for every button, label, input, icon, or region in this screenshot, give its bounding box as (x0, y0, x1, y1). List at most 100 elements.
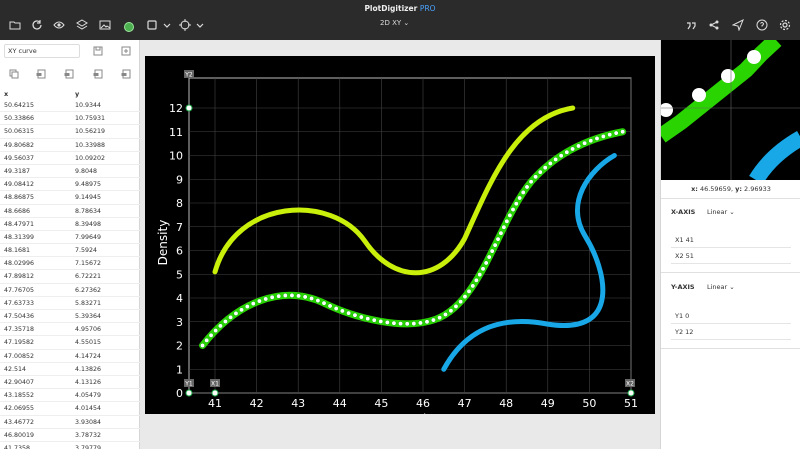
y2-field[interactable]: Y2 12 (671, 322, 791, 340)
curve-name-input[interactable]: XY curve (4, 44, 80, 58)
table-row[interactable]: 50.06315 10.56219 (0, 125, 140, 139)
table-row[interactable]: 43.46772 3.93084 (0, 416, 140, 429)
save-icon[interactable] (92, 45, 104, 57)
table-row[interactable]: 49.3187 9.8048 (0, 165, 140, 179)
data-point (378, 318, 384, 324)
copy-icon[interactable] (8, 68, 20, 80)
data-point (239, 307, 244, 313)
cell-y: 7.15672 (75, 260, 102, 268)
add-curve-icon[interactable] (120, 45, 132, 57)
cell-x: 46.80019 (4, 431, 35, 439)
data-point (492, 242, 498, 248)
data-point (321, 300, 327, 306)
yellow-curve (212, 105, 576, 276)
table-row[interactable]: 48.02996 7.15672 (0, 257, 140, 271)
table-row[interactable]: 49.80682 10.33988 (0, 139, 140, 152)
y-axis-scale-select[interactable]: Linear ⌄ (707, 283, 735, 291)
x2-field[interactable]: X2 51 (671, 246, 791, 264)
table-row[interactable]: 50.64215 10.9344 (0, 99, 140, 113)
table-row[interactable]: 49.08412 9.48975 (0, 178, 140, 192)
plot-svg[interactable]: 41424344454647484950510123456789101112Nu… (145, 56, 655, 414)
crosshair-icon[interactable] (178, 18, 192, 32)
table-row[interactable]: 42.90407 4.13126 (0, 376, 140, 390)
table-row[interactable]: 48.31399 7.99649 (0, 231, 140, 245)
data-point (244, 304, 250, 309)
table-row[interactable]: 48.6686 8.78634 (0, 205, 140, 218)
table-row[interactable]: 47.19582 4.55015 (0, 336, 140, 350)
data-point (517, 195, 523, 201)
table-row[interactable]: 47.35718 4.95706 (0, 323, 140, 337)
table-row[interactable]: 42.514 4.13826 (0, 363, 140, 376)
share-icon[interactable] (707, 18, 721, 32)
cell-y: 5.83271 (75, 299, 102, 307)
chevron-down-icon[interactable] (193, 18, 204, 32)
chevron-down-icon[interactable] (160, 18, 171, 32)
export-xlsx-icon[interactable] (63, 68, 75, 80)
y-tick-label: 0 (176, 387, 183, 400)
data-point (458, 299, 464, 305)
data-point (537, 169, 543, 175)
folder-icon[interactable] (8, 18, 22, 32)
calibration-point (211, 389, 219, 397)
table-row[interactable]: 47.63733 5.83271 (0, 297, 140, 310)
table-row[interactable]: 47.76705 6.27362 (0, 284, 140, 297)
table-row[interactable]: 48.86875 9.14945 (0, 191, 140, 205)
x-axis-title: Numbers (395, 412, 449, 414)
plot-image[interactable]: 41424344454647484950510123456789101112Nu… (145, 56, 655, 414)
cell-x: 50.64215 (4, 102, 35, 109)
green-curve (199, 128, 627, 349)
export-json-icon[interactable] (92, 68, 104, 80)
mode-select[interactable]: 2D XY ⌄ (380, 19, 409, 27)
eye-icon[interactable] (52, 18, 66, 32)
data-point (607, 132, 613, 138)
cell-y: 5.39364 (75, 313, 102, 320)
table-row[interactable]: 47.50436 5.39364 (0, 310, 140, 324)
data-point (570, 146, 576, 152)
send-icon[interactable] (731, 18, 745, 32)
divider (661, 272, 800, 273)
data-point (564, 149, 570, 155)
marker-x2: X2 (626, 381, 634, 388)
x-axis-scale-select[interactable]: Linear ⌄ (707, 208, 735, 216)
data-point (418, 320, 423, 326)
help-icon[interactable] (755, 18, 769, 32)
y-tick-label: 3 (176, 316, 183, 329)
y-tick-label: 2 (176, 340, 183, 353)
layers-icon[interactable] (75, 18, 89, 32)
y-tick-label: 6 (176, 245, 183, 258)
cell-x: 43.46772 (4, 418, 35, 426)
y-axis-label: Y-AXIS (671, 283, 695, 291)
cell-y: 9.8048 (75, 167, 98, 175)
table-row[interactable]: 46.80019 3.78732 (0, 429, 140, 442)
table-row[interactable]: 42.06955 4.01454 (0, 402, 140, 416)
export-txt-icon[interactable] (120, 68, 132, 80)
table-row[interactable]: 48.47971 8.39498 (0, 218, 140, 231)
export-csv-icon[interactable] (35, 68, 47, 80)
quote-icon[interactable] (684, 18, 698, 32)
table-row[interactable]: 41.7358 3.79779 (0, 442, 140, 449)
data-point (352, 312, 358, 318)
square-icon[interactable] (145, 18, 159, 32)
cell-y: 10.09202 (75, 154, 106, 162)
image-icon[interactable] (98, 18, 112, 32)
table-row[interactable]: 43.18552 4.05479 (0, 389, 140, 403)
table-row[interactable]: 50.33866 10.75931 (0, 112, 140, 126)
data-point (462, 294, 468, 300)
table-row[interactable]: 47.89812 6.72221 (0, 270, 140, 284)
data-point (486, 254, 492, 260)
cell-x: 42.514 (4, 365, 27, 373)
table-row[interactable]: 48.1681 7.5924 (0, 244, 140, 258)
marker-x1: X1 (211, 381, 219, 388)
data-point (473, 277, 479, 283)
settings-icon[interactable] (778, 18, 792, 32)
table-row[interactable]: 49.56037 10.09202 (0, 152, 140, 165)
data-point (384, 319, 390, 325)
table-row[interactable]: 47.00852 4.14724 (0, 350, 140, 363)
data-point (483, 260, 489, 266)
cell-y: 3.79779 (75, 444, 102, 449)
data-point (256, 298, 262, 304)
refresh-icon[interactable] (30, 18, 44, 32)
cell-x: 48.6686 (4, 207, 31, 215)
color-dot-icon[interactable] (124, 22, 134, 32)
cell-x: 47.76705 (4, 286, 35, 294)
